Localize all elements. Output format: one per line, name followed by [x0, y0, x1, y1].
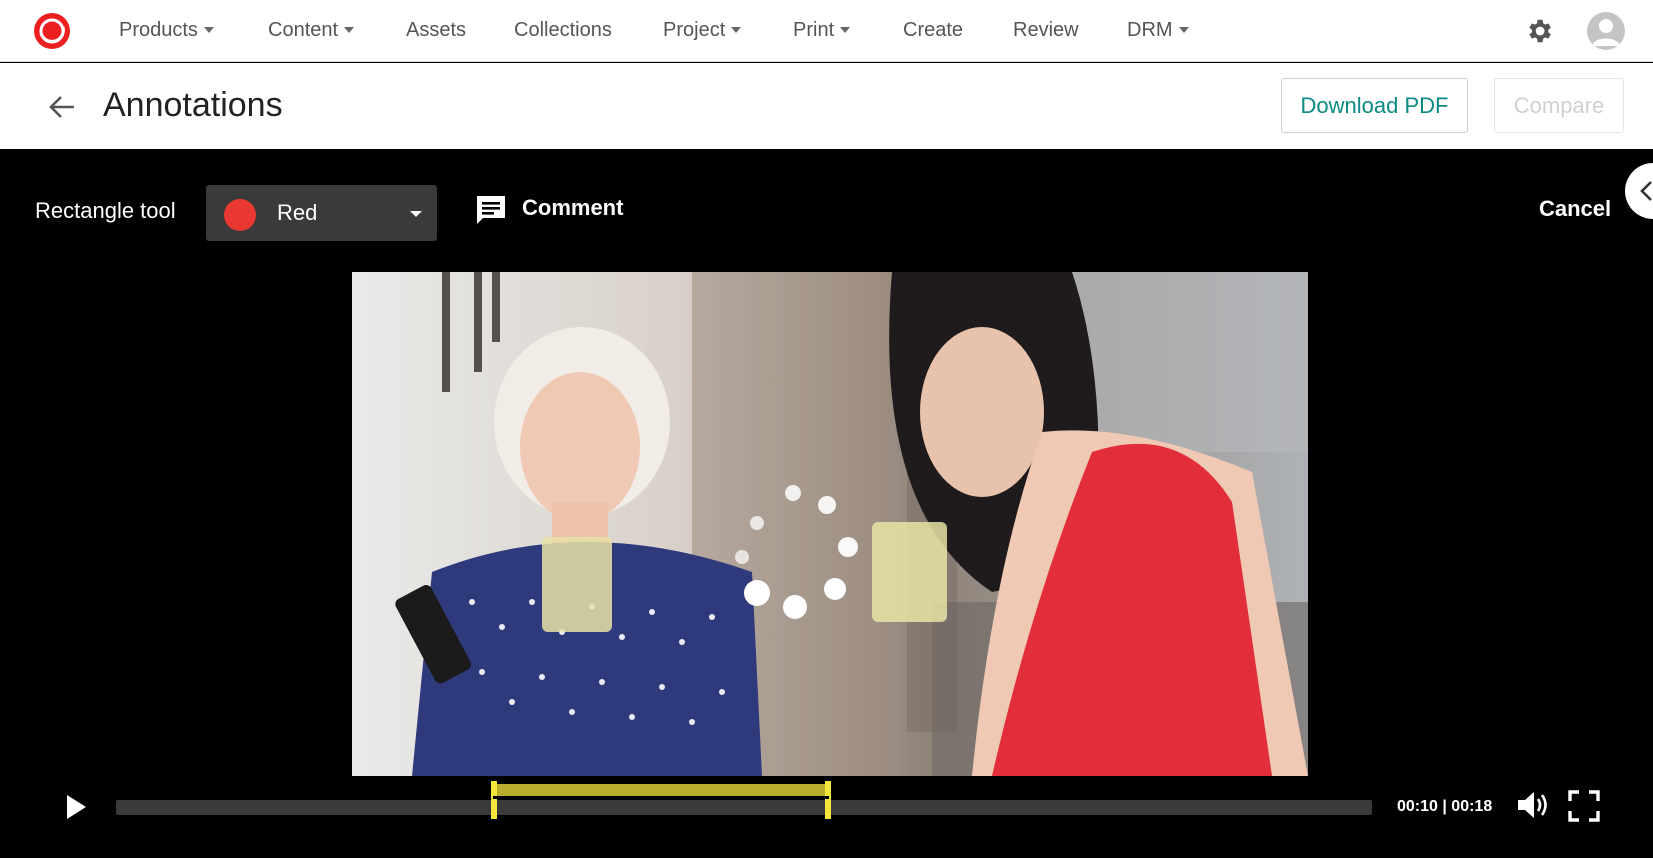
sitecore-logo-icon[interactable]	[33, 12, 71, 50]
chevron-left-icon	[1640, 181, 1652, 201]
annotation-range-handle[interactable]	[490, 769, 832, 819]
nav-item-label: Products	[119, 19, 198, 41]
nav-item-label: DRM	[1127, 19, 1173, 41]
chevron-down-icon	[410, 211, 422, 217]
nav-products[interactable]: Products	[119, 0, 214, 62]
nav-collections[interactable]: Collections	[514, 0, 612, 62]
comment-icon	[477, 196, 505, 224]
page-title: Annotations	[103, 86, 283, 124]
nav-item-label: Review	[1013, 19, 1079, 41]
chevron-down-icon	[203, 26, 214, 33]
back-arrow-icon[interactable]	[46, 91, 78, 123]
nav-item-label: Create	[903, 19, 964, 41]
nav-item-label: Project	[663, 19, 726, 41]
side-panel-toggle[interactable]	[1625, 163, 1653, 219]
chevron-down-icon	[344, 26, 355, 33]
fullscreen-icon[interactable]	[1568, 790, 1600, 822]
color-select[interactable]: Red	[206, 185, 437, 241]
annotation-stage: Rectangle tool Red Comment Cancel 00:10 …	[0, 149, 1653, 858]
nav-item-label: Print	[793, 19, 835, 41]
chevron-down-icon	[731, 26, 742, 33]
comment-label: Comment	[522, 195, 624, 220]
tool-label: Rectangle tool	[35, 198, 176, 223]
volume-icon[interactable]	[1516, 790, 1550, 820]
download-pdf-button[interactable]: Download PDF	[1281, 78, 1468, 133]
nav-print[interactable]: Print	[793, 0, 851, 62]
nav-item-label: Assets	[406, 19, 467, 41]
nav-item-label: Content	[268, 19, 339, 41]
chevron-down-icon	[1178, 26, 1189, 33]
nav-create[interactable]: Create	[903, 0, 963, 62]
color-select-label: Red	[277, 200, 318, 225]
chevron-down-icon	[840, 26, 851, 33]
cancel-button[interactable]: Cancel	[1539, 195, 1611, 223]
video-frame[interactable]	[352, 272, 1308, 776]
time-display: 00:10 | 00:18	[1397, 798, 1493, 815]
nav-content[interactable]: Content	[268, 0, 355, 62]
title-bar: Annotations Download PDF Compare	[0, 63, 1653, 149]
color-swatch	[224, 199, 256, 231]
loading-spinner-icon	[735, 485, 858, 619]
user-avatar-icon[interactable]	[1587, 12, 1625, 50]
top-nav: Products Content Assets Collections Proj…	[0, 0, 1653, 62]
nav-assets[interactable]: Assets	[406, 0, 466, 62]
play-icon[interactable]	[64, 793, 88, 821]
nav-drm[interactable]: DRM	[1127, 0, 1189, 62]
nav-review[interactable]: Review	[1013, 0, 1079, 62]
compare-button[interactable]: Compare	[1494, 78, 1624, 133]
nav-item-label: Collections	[514, 19, 612, 41]
nav-project[interactable]: Project	[663, 0, 742, 62]
gear-icon[interactable]	[1524, 16, 1554, 46]
